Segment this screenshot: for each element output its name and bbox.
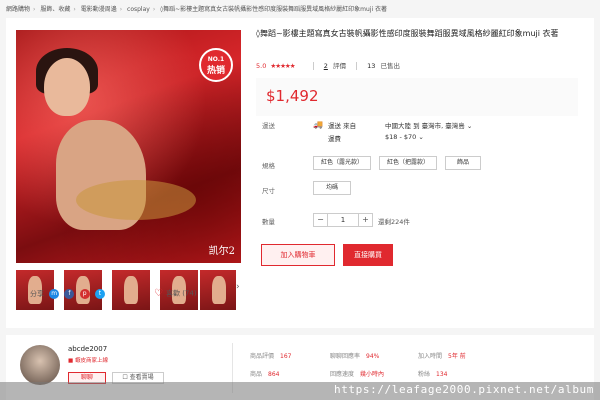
- messenger-icon[interactable]: m: [49, 289, 60, 299]
- thumbnail[interactable]: [112, 270, 150, 310]
- product-price: $1,492: [266, 87, 319, 105]
- metric-response-rate: 聊聊回應率 94%: [330, 351, 379, 360]
- metric-label: 商品評價: [250, 353, 275, 360]
- size-label: 尺寸: [262, 187, 275, 195]
- spec-option-red-covered[interactable]: 紅色（把露款）: [379, 156, 437, 170]
- badge-hot: 热销: [206, 66, 225, 76]
- facebook-icon[interactable]: f: [64, 289, 75, 299]
- quantity-minus-button[interactable]: −: [314, 214, 328, 226]
- bestseller-badge: NO.1 热销: [199, 48, 233, 82]
- metric-label: 商品: [250, 371, 263, 378]
- metric-joined: 加入時間 5年 前: [418, 351, 466, 360]
- truck-icon: 🚚: [313, 120, 323, 129]
- image-face: [44, 58, 90, 116]
- buy-now-button[interactable]: 直接購買: [343, 244, 393, 266]
- metric-response-speed: 回應速度 幾小時內: [330, 369, 384, 378]
- product-card: NO.1 热销 凯尔2 › ◊舞蹈~影樓主題寫真女古裝帆攝影性感印度服裝舞蹈服異…: [6, 18, 594, 328]
- metric-label: 聊聊回應率: [330, 353, 361, 360]
- reviews-label: 評價: [332, 62, 346, 70]
- metric-label: 加入時間: [418, 353, 443, 360]
- rating-value[interactable]: 5.0: [256, 62, 266, 70]
- quantity-label: 數量: [262, 218, 275, 226]
- quantity-plus-button[interactable]: +: [358, 214, 372, 226]
- sold-label: 已售出: [380, 62, 400, 70]
- thumbnail[interactable]: [200, 270, 236, 310]
- metric-value: 94%: [366, 353, 380, 360]
- metric-value: 幾小時內: [360, 371, 385, 378]
- breadcrumb-item-cosplay[interactable]: cosplay: [127, 6, 150, 13]
- metric-ratings: 商品評價 167: [250, 351, 291, 360]
- quantity-input[interactable]: 1: [328, 214, 358, 226]
- seller-status-badge: ■ 蝦皮商家上線: [68, 358, 108, 364]
- metric-products: 商品 864: [250, 369, 279, 378]
- metric-label: 回應速度: [330, 371, 355, 378]
- metric-label: 粉絲: [418, 371, 431, 378]
- shipping-label: 運送: [262, 122, 275, 130]
- add-to-cart-button[interactable]: 加入購物車: [261, 244, 335, 266]
- metric-followers: 粉絲 134: [418, 369, 447, 378]
- price-box: $1,492: [256, 78, 578, 116]
- spec-label: 規格: [262, 162, 275, 170]
- sold-count: 13: [367, 62, 376, 70]
- stock-remaining: 還剩224件: [378, 218, 410, 226]
- share-bar: 分享 m f p t: [30, 289, 105, 299]
- pinterest-icon[interactable]: p: [79, 289, 90, 299]
- spec-option-red-exposed[interactable]: 紅色（露光款）: [313, 156, 371, 170]
- breadcrumb-sep: ›: [152, 6, 156, 13]
- size-option-onesize[interactable]: 均碼: [313, 181, 351, 195]
- image-jewelry: [76, 180, 196, 220]
- breadcrumb-sep: ›: [33, 6, 36, 13]
- shipping-fee-select[interactable]: $18 - $70 ⌄: [385, 133, 424, 141]
- quantity-stepper: − 1 +: [313, 213, 373, 227]
- product-stats: 5.0 ★★★★★ 2 評價 13 已售出: [256, 60, 400, 72]
- heart-icon: ♡: [154, 288, 163, 299]
- spec-option-accessory[interactable]: 飾品: [445, 156, 481, 170]
- metric-value: 5年 前: [448, 353, 466, 360]
- product-title: ◊舞蹈~影樓主題寫真女古裝帆攝影性感印度服裝舞蹈服異域風格紗麗紅印象muji 衣…: [256, 29, 559, 38]
- breadcrumb-item-current: ◊舞蹈~影樓主題寫真女古裝帆攝影性感印度服裝舞蹈服異域風格紗麗紅印象muji 衣…: [160, 6, 388, 13]
- twitter-icon[interactable]: t: [94, 289, 105, 299]
- favorite-count: 喜歡 (74): [165, 289, 197, 298]
- watermark-url: https://leafage2000.pixnet.net/album: [333, 383, 594, 396]
- breadcrumb-item-fashion[interactable]: 服飾、收藏: [40, 6, 70, 13]
- badge-rank: NO.1: [207, 56, 225, 63]
- stats-divider: [312, 62, 314, 70]
- breadcrumb-item-shopping[interactable]: 網路購物: [6, 6, 30, 13]
- shipping-from-label: 運送 來自: [328, 122, 357, 130]
- reviews-count[interactable]: 2: [324, 62, 328, 70]
- favorite-button[interactable]: ♡ 喜歡 (74): [154, 288, 197, 299]
- breadcrumb-item-anime[interactable]: 電影動漫周邊: [81, 6, 117, 13]
- breadcrumb-sep: ›: [119, 6, 123, 13]
- thumbnail-figure: [124, 276, 138, 304]
- metric-value[interactable]: 864: [268, 371, 279, 378]
- avatar[interactable]: [20, 345, 60, 385]
- thumbnail-figure: [212, 276, 226, 304]
- breadcrumb-sep: ›: [73, 6, 76, 13]
- product-main-image[interactable]: NO.1 热销 凯尔2: [16, 30, 241, 263]
- shipping-fee-label: 運費: [328, 135, 341, 143]
- metric-value: 134: [436, 371, 448, 378]
- seller-name[interactable]: abcde2007: [68, 345, 107, 353]
- shipping-destination-select[interactable]: 中國大陸 到 臺灣市, 臺灣島 ⌄: [385, 120, 472, 130]
- metric-value[interactable]: 167: [280, 353, 291, 360]
- share-label: 分享: [30, 290, 44, 298]
- chevron-right-icon[interactable]: ›: [236, 282, 244, 298]
- breadcrumb: 網路購物 › 服飾、收藏 › 電影動漫周邊 › cosplay › ◊舞蹈~影樓主題寫真…: [6, 4, 600, 16]
- image-watermark: 凯尔2: [208, 246, 235, 257]
- rating-stars-icon: ★★★★★: [270, 62, 295, 70]
- stats-divider: [356, 62, 358, 70]
